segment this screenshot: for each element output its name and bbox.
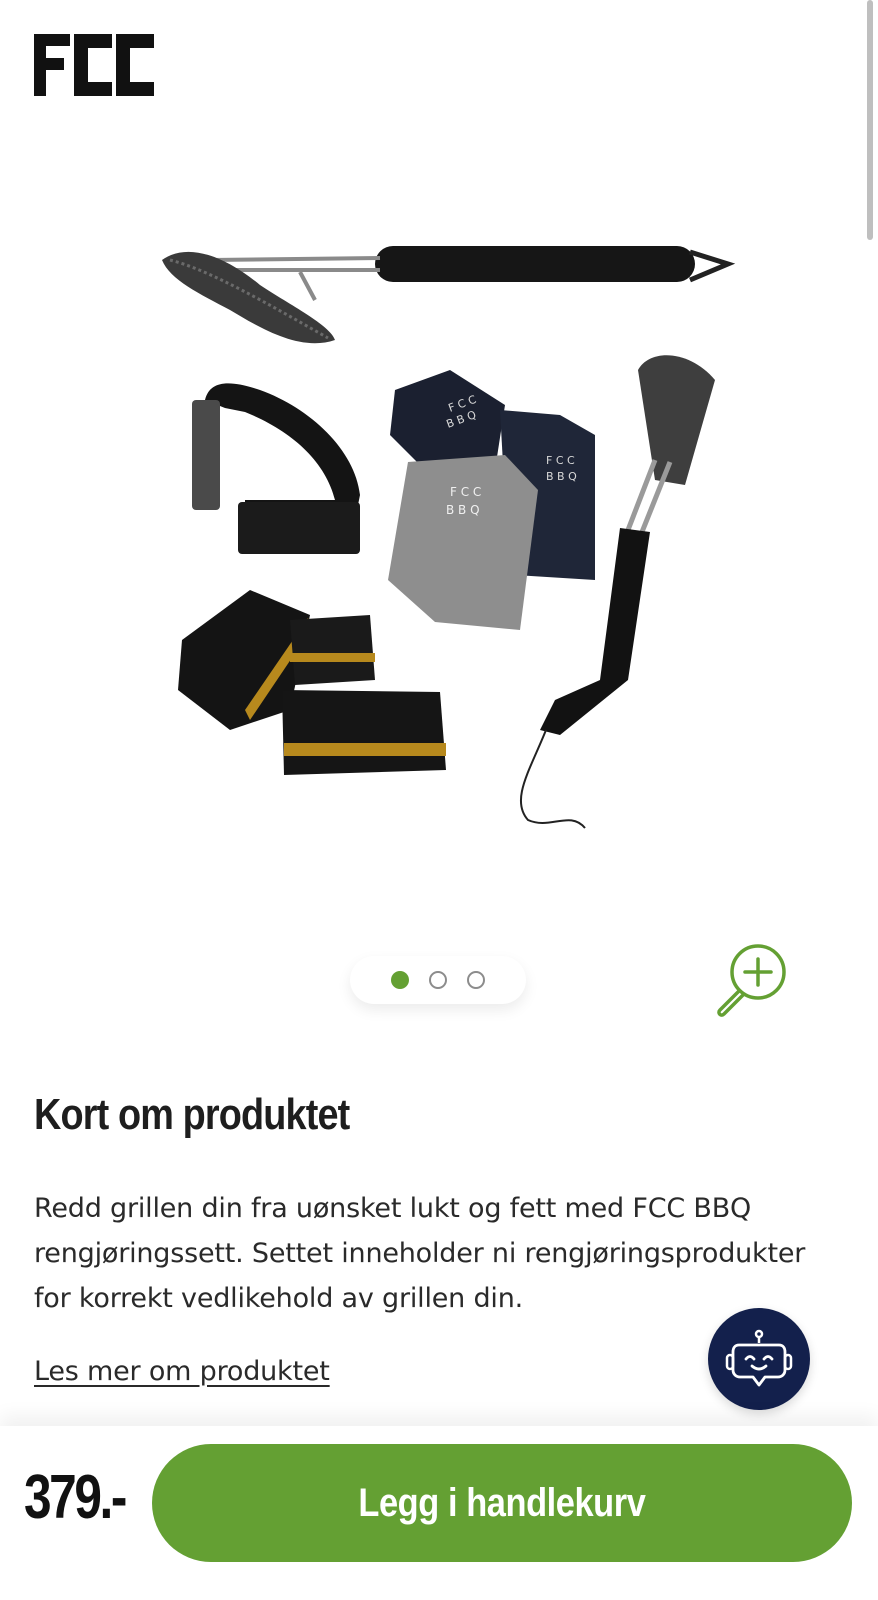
add-to-cart-label: Legg i handlekurv — [358, 1480, 646, 1525]
read-more-link[interactable]: Les mer om produktet — [34, 1356, 330, 1387]
section-title: Kort om produktet — [34, 1090, 350, 1139]
zoom-in-icon[interactable] — [712, 940, 792, 1020]
chat-robot-icon — [725, 1329, 793, 1387]
chat-bot-button[interactable] — [708, 1308, 810, 1410]
page-scrollbar[interactable] — [867, 0, 873, 240]
add-to-cart-button[interactable]: Legg i handlekurv — [152, 1444, 852, 1562]
long-grill-brush — [162, 246, 736, 344]
svg-text:B B Q: B B Q — [446, 503, 480, 517]
scrub-sponges — [178, 590, 446, 775]
pager-dot-1[interactable] — [391, 971, 409, 989]
pager-dot-2[interactable] — [429, 971, 447, 989]
purchase-bar: 379.- Legg i handlekurv — [0, 1426, 878, 1600]
svg-text:F C C: F C C — [546, 454, 575, 467]
scraper-brush — [192, 383, 360, 554]
bbq-towels: F C C B B Q F C C B B Q F C C B B Q — [388, 370, 595, 630]
fcc-logo[interactable] — [34, 34, 154, 96]
svg-text:B B Q: B B Q — [546, 470, 577, 483]
product-price: 379.- — [24, 1463, 127, 1532]
pager-dot-3[interactable] — [467, 971, 485, 989]
svg-text:F C C: F C C — [450, 485, 481, 499]
product-description: Redd grillen din fra uønsket lukt og fet… — [34, 1193, 806, 1314]
product-image[interactable]: F C C B B Q F C C B B Q F C C B B Q — [150, 230, 750, 860]
image-pager — [350, 956, 526, 1004]
